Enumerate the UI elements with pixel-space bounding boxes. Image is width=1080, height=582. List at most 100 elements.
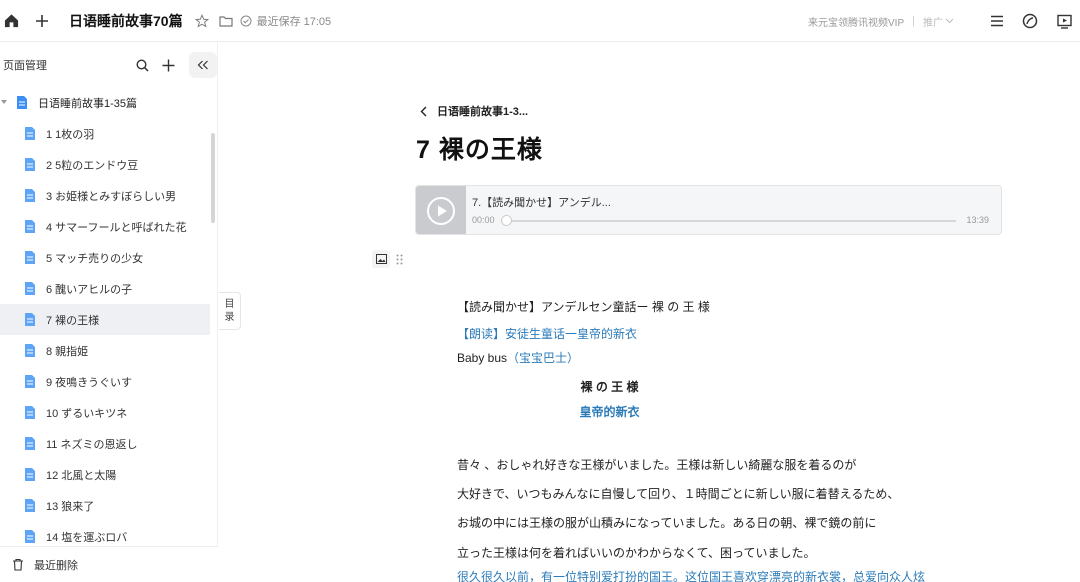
tree-item-label: 5 マッチ売りの少女 — [46, 252, 144, 265]
document-icon — [25, 220, 35, 233]
home-icon[interactable] — [0, 10, 22, 32]
add-icon[interactable] — [31, 10, 53, 32]
toc-label-1: 目 — [224, 299, 235, 310]
tree-item-label: 12 北風と太陽 — [46, 469, 117, 482]
tree-item[interactable]: 1 1枚の羽 — [0, 118, 210, 149]
tree-item-label: 2 5粒のエンドウ豆 — [46, 159, 139, 172]
tree-item[interactable]: 6 醜いアヒルの子 — [0, 273, 210, 304]
tree-item[interactable]: 13 狼来了 — [0, 490, 210, 521]
document-icon — [17, 96, 27, 109]
chevron-down-icon[interactable] — [945, 18, 954, 24]
page-tree: 日语睡前故事1-35篇 1 1枚の羽 2 5粒のエンドウ豆 3 お姫様とみすぼら… — [0, 87, 217, 552]
tree-root-item[interactable]: 日语睡前故事1-35篇 — [0, 87, 217, 118]
promo-label: 推广 — [923, 17, 943, 29]
document-icon — [25, 344, 35, 357]
play-icon — [427, 197, 455, 225]
vip-promo-link[interactable]: 来元宝领腾讯视频VIP — [808, 14, 904, 29]
content-line: 【朗读】安徒生童话一皇帝的新衣 — [457, 327, 638, 341]
story-heading-ja: 裸 の 王 様 — [580, 380, 639, 394]
document-icon — [25, 158, 35, 171]
source-en: Baby bus — [457, 351, 508, 365]
paragraph-line: お城の中には王様の服が山積みになっていました。ある日の朝、裸で鏡の前に — [457, 516, 877, 530]
sidebar-header: 页面管理 — [0, 43, 217, 87]
document-icon — [25, 313, 35, 326]
content-line: 【読み聞かせ】アンデルセン童話ー 裸 の 王 様 — [457, 298, 710, 315]
add-page-icon[interactable] — [157, 54, 179, 76]
search-icon[interactable] — [131, 54, 153, 76]
toc-label-2: 录 — [224, 312, 235, 323]
tree-item-active[interactable]: 7 裸の王様 — [0, 304, 210, 335]
sidebar-actions — [131, 52, 217, 78]
collapse-sidebar-button[interactable] — [189, 52, 217, 78]
tree-item[interactable]: 3 お姫様とみすぼらしい男 — [0, 180, 210, 211]
audio-progress-track[interactable] — [506, 220, 956, 222]
paragraph-line: 大好きで、いつもみんなに自慢して回り、１時間ごとに新しい服に着替えるため、 — [457, 487, 900, 501]
image-icon[interactable] — [372, 250, 390, 268]
double-chevron-left-icon — [197, 60, 208, 70]
document-icon — [25, 251, 35, 264]
check-circle-icon — [239, 10, 253, 32]
tree-item-label: 10 ずるいキツネ — [46, 407, 128, 420]
tree-item-label: 3 お姫様とみすぼらしい男 — [46, 190, 177, 203]
recently-deleted-button[interactable]: 最近删除 — [0, 546, 218, 582]
breadcrumb-label[interactable]: 日语睡前故事1-3... — [437, 103, 528, 119]
tree-item-label: 14 塩を運ぶロバ — [46, 531, 128, 544]
tree-item[interactable]: 11 ネズミの恩返し — [0, 428, 210, 459]
tree-item-label: 4 サマーフールと呼ばれた花 — [46, 221, 187, 234]
tree-item-label: 7 裸の王様 — [46, 314, 100, 327]
audio-progress-knob[interactable] — [500, 215, 512, 226]
tree-item[interactable]: 4 サマーフールと呼ばれた花 — [0, 211, 210, 242]
collaborate-icon[interactable] — [1019, 10, 1041, 32]
audio-current-time: 00:00 — [472, 215, 495, 225]
toc-toggle-tab[interactable]: 目 录 — [219, 292, 241, 330]
tree-item[interactable]: 9 夜鳴きうぐいす — [0, 366, 210, 397]
sidebar-scrollbar[interactable] — [211, 133, 215, 223]
block-toolbar — [372, 250, 403, 268]
tree-item[interactable]: 2 5粒のエンドウ豆 — [0, 149, 210, 180]
play-button[interactable] — [416, 186, 466, 234]
present-icon[interactable] — [1053, 10, 1075, 32]
audio-title: 7.【読み聞かせ】アンデル... — [472, 197, 611, 209]
document-icon — [25, 127, 35, 140]
save-status: 最近保存 17:05 — [256, 15, 332, 28]
sidebar: 页面管理 日语睡前故事1-35篇 1 1枚の羽 2 5粒のエンドウ豆 3 お姫様… — [0, 43, 218, 582]
document-icon — [25, 468, 35, 481]
doc-title[interactable]: 日语睡前故事70篇 — [69, 11, 183, 31]
recently-deleted-label: 最近删除 — [34, 559, 78, 572]
drag-handle-icon[interactable] — [396, 254, 403, 265]
tree-item[interactable]: 5 マッチ売りの少女 — [0, 242, 210, 273]
tree-root-label: 日语睡前故事1-35篇 — [38, 97, 138, 110]
caret-down-icon[interactable] — [1, 100, 13, 105]
story-heading-cn: 皇帝的新衣 — [579, 405, 640, 419]
menu-icon[interactable] — [986, 10, 1008, 32]
folder-icon[interactable] — [215, 10, 237, 32]
audio-total-time: 13:39 — [966, 215, 989, 225]
page-title[interactable]: 7 裸の王様 — [416, 130, 543, 166]
top-bar: 日语睡前故事70篇 最近保存 17:05 来元宝领腾讯视频VIP | 推广 — [0, 0, 1080, 42]
paragraph-line: 昔々 、おしゃれ好きな王様がいました。王様は新しい綺麗な服を着るのが — [457, 458, 857, 472]
chevron-left-icon[interactable] — [420, 106, 427, 117]
document-icon — [25, 189, 35, 202]
document-icon — [25, 375, 35, 388]
sidebar-title: 页面管理 — [3, 60, 47, 72]
tree-item-label: 13 狼来了 — [46, 500, 95, 513]
tree-item-label: 11 ネズミの恩返し — [46, 438, 138, 451]
tree-item-label: 8 親指姫 — [46, 345, 89, 358]
tree-item-label: 1 1枚の羽 — [46, 128, 95, 141]
tree-item-label: 6 醜いアヒルの子 — [46, 283, 133, 296]
story-source-title: 【読み聞かせ】アンデルセン童話ー 裸 の 王 様 — [457, 300, 710, 314]
document-icon — [25, 499, 35, 512]
content-line: Baby bus（宝宝巴士） — [457, 349, 579, 366]
paragraph-line: 立った王様は何を着ればいいのかわからなくて、困っていました。 — [457, 546, 816, 560]
tree-item[interactable]: 12 北風と太陽 — [0, 459, 210, 490]
paragraph-line-cn: 很久很久以前，有一位特别爱打扮的国王。这位国王喜欢穿漂亮的新衣裳，总爱向众人炫 — [457, 570, 926, 582]
tree-item[interactable]: 10 ずるいキツネ — [0, 397, 210, 428]
tree-item-label: 9 夜鳴きうぐいす — [46, 376, 132, 389]
document-icon — [25, 282, 35, 295]
document-icon — [25, 437, 35, 450]
tree-item[interactable]: 8 親指姫 — [0, 335, 210, 366]
star-icon[interactable] — [191, 10, 213, 32]
divider: | — [912, 15, 915, 27]
breadcrumb[interactable]: 日语睡前故事1-3... — [420, 103, 528, 119]
audio-player: 7.【読み聞かせ】アンデル... 00:00 13:39 — [415, 185, 1002, 235]
